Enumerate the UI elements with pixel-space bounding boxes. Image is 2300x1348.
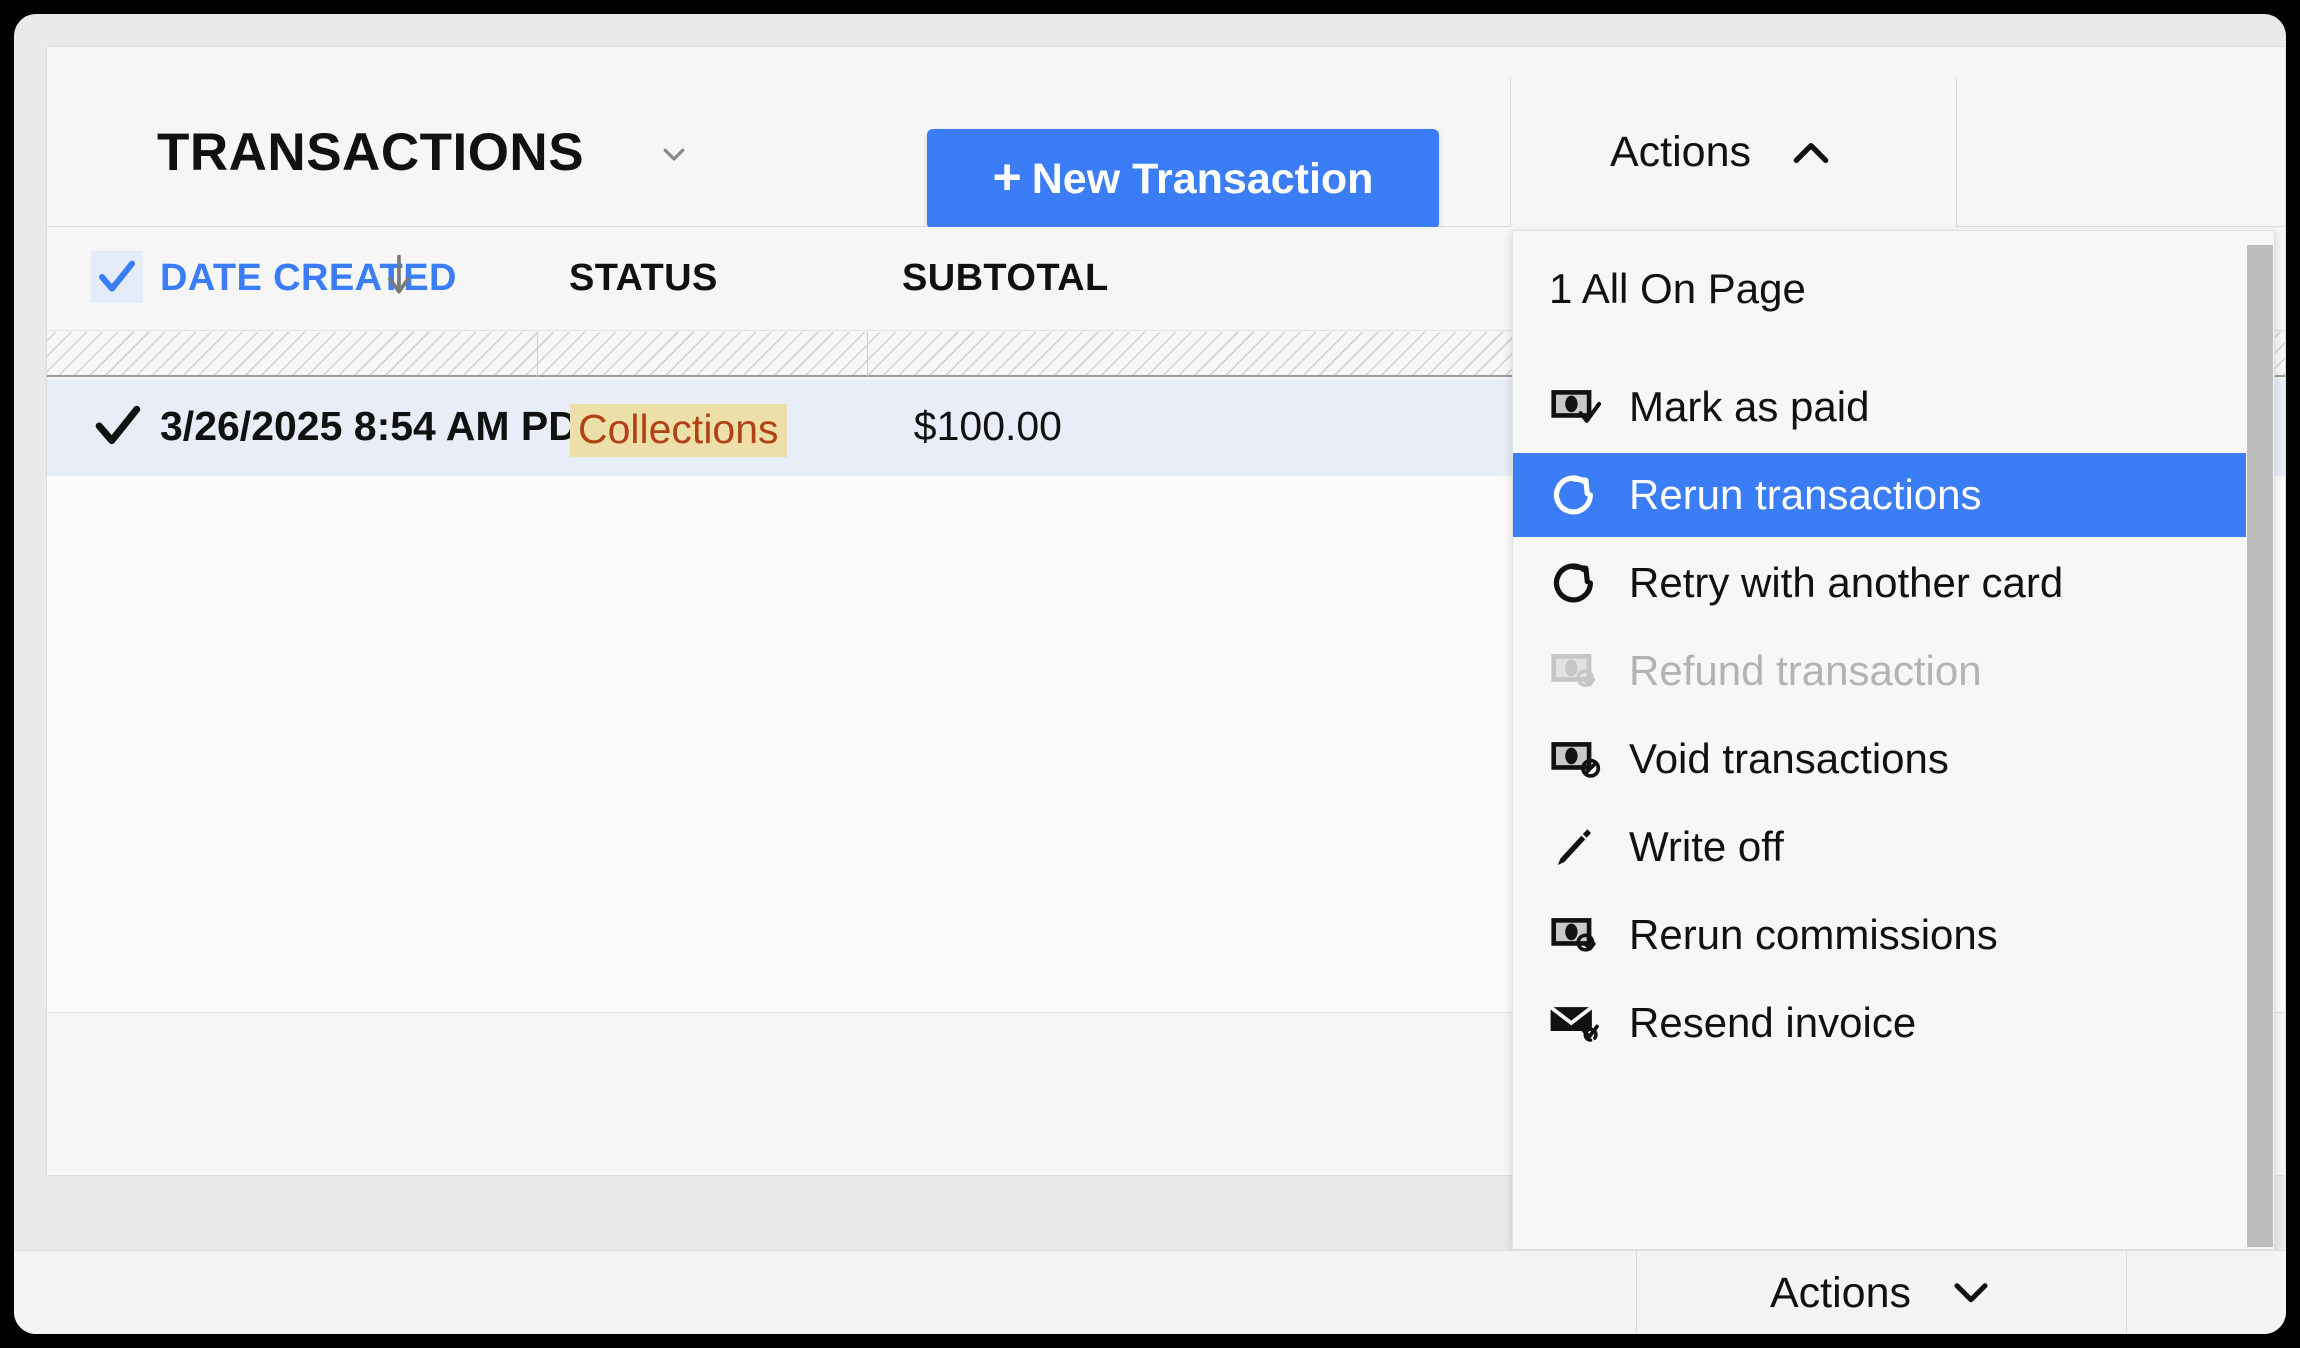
envelope-refresh-icon xyxy=(1549,997,1607,1049)
banknote-refund-icon xyxy=(1549,645,1607,697)
menu-spacer xyxy=(1513,347,2274,365)
chevron-down-icon[interactable] xyxy=(659,139,689,169)
menu-item-label: Retry with another card xyxy=(1629,559,2064,606)
actions-dropdown-toggle[interactable]: Actions xyxy=(1511,78,1956,227)
menu-item-label: Rerun transactions xyxy=(1629,471,1982,518)
menu-item-label: Write off xyxy=(1629,823,1784,870)
menu-scrollbar-thumb[interactable] xyxy=(2247,245,2273,1247)
bottom-actions-dropdown-toggle[interactable]: Actions xyxy=(1637,1251,2126,1334)
column-header-status[interactable]: STATUS xyxy=(569,257,718,300)
menu-item-label: Refund transaction xyxy=(1629,647,1982,694)
row-checkbox[interactable] xyxy=(91,401,145,456)
pencil-icon xyxy=(1549,821,1607,873)
actions-toggle-label: Actions xyxy=(1610,128,1752,176)
menu-item-resend-invoice[interactable]: Resend invoice xyxy=(1513,981,2274,1065)
banknote-check-icon xyxy=(1549,381,1607,433)
menu-item-retry-with-another-card[interactable]: Retry with another card xyxy=(1513,541,2274,625)
column-header-subtotal[interactable]: SUBTOTAL xyxy=(902,257,1109,300)
screenshot-frame: TRANSACTIONS + New Transaction Actions D… xyxy=(0,0,2300,1348)
new-transaction-button[interactable]: + New Transaction xyxy=(927,129,1439,229)
chevron-down-icon xyxy=(1949,1277,1993,1310)
select-all-checkbox[interactable] xyxy=(91,251,143,303)
hatch-divider xyxy=(537,332,538,377)
bottom-action-bar: Actions xyxy=(14,1250,2286,1334)
menu-item-label: Void transactions xyxy=(1629,735,1949,782)
menu-item-label: Resend invoice xyxy=(1629,999,1917,1046)
cell-date-created: 3/26/2025 8:54 AM PDT xyxy=(160,403,603,449)
app-screen: TRANSACTIONS + New Transaction Actions D… xyxy=(14,14,2286,1334)
menu-item-label: Mark as paid xyxy=(1629,383,1870,430)
plus-icon: + xyxy=(992,149,1022,205)
transactions-card: TRANSACTIONS + New Transaction Actions D… xyxy=(46,46,2286,1250)
menu-item-refund-transaction: Refund transaction xyxy=(1513,629,2274,713)
banknote-refund-icon xyxy=(1549,909,1607,961)
menu-item-write-off[interactable]: Write off xyxy=(1513,805,2274,889)
menu-item-void-transactions[interactable]: Void transactions xyxy=(1513,717,2274,801)
chevron-up-icon xyxy=(1789,138,1833,168)
menu-item-rerun-commissions[interactable]: Rerun commissions xyxy=(1513,893,2274,977)
menu-item-rerun-transactions[interactable]: Rerun transactions xyxy=(1513,453,2274,537)
banknote-void-icon xyxy=(1549,733,1607,785)
new-transaction-label: New Transaction xyxy=(1031,154,1374,203)
menu-header-all-on-page[interactable]: 1 All On Page xyxy=(1513,231,2274,347)
cell-subtotal: $100.00 xyxy=(913,403,1062,449)
menu-scrollbar-track[interactable] xyxy=(2246,231,2274,1249)
status-badge: Collections xyxy=(570,404,787,457)
arrow-down-icon[interactable] xyxy=(384,251,414,304)
menu-item-label: Rerun commissions xyxy=(1629,911,1998,958)
bottom-actions-label: Actions xyxy=(1769,1268,1911,1317)
toolbar-divider-right xyxy=(1956,77,1957,227)
bottom-bar-divider-right xyxy=(2126,1251,2127,1334)
toolbar: TRANSACTIONS + New Transaction Actions xyxy=(47,47,2285,229)
actions-dropdown-menu: 1 All On Page Mark as paid Rerun transac… xyxy=(1512,230,2275,1250)
page-title: TRANSACTIONS xyxy=(157,123,585,182)
hatch-divider xyxy=(867,332,868,377)
refresh-circle-icon xyxy=(1549,557,1607,609)
refresh-circle-icon xyxy=(1549,469,1607,521)
menu-item-mark-as-paid[interactable]: Mark as paid xyxy=(1513,365,2274,449)
